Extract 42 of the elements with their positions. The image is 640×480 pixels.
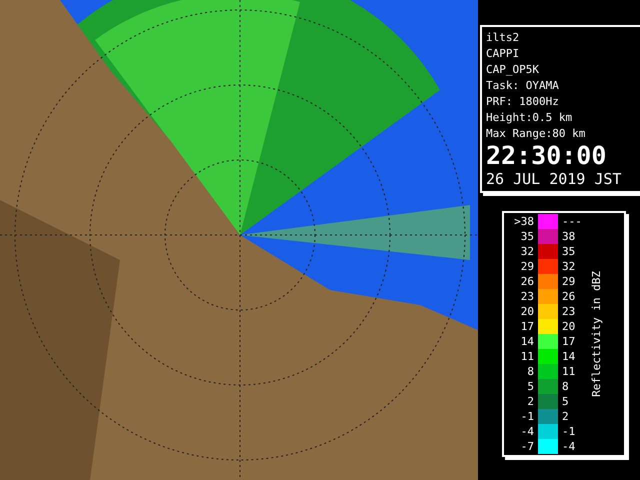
legend-low-value: -7: [520, 440, 534, 453]
legend-high-value: ---: [562, 215, 583, 228]
legend-high-value: -4: [562, 440, 576, 453]
legend-high-value: 14: [562, 350, 576, 363]
legend-low-value: 32: [520, 245, 534, 258]
legend-low-value: 11: [520, 350, 534, 363]
legend-low-value: 29: [520, 260, 534, 273]
info-text: CAPPI: [486, 46, 520, 62]
legend-high-value: 8: [562, 380, 570, 393]
legend-low-value: 17: [520, 320, 534, 333]
legend-high-value: 2: [562, 410, 570, 423]
legend-low-value: -4: [520, 425, 534, 438]
legend-high-value: 35: [562, 245, 576, 258]
legend-high-value: 29: [562, 275, 576, 288]
legend-high-value: 20: [562, 320, 576, 333]
legend-low-value: 20: [520, 305, 534, 318]
legend-low-value: 23: [520, 290, 534, 303]
legend-high-value: 5: [562, 395, 570, 408]
legend-high-value: 32: [562, 260, 576, 273]
legend-low-value: >38: [513, 215, 534, 228]
legend-high-value: 17: [562, 335, 576, 348]
date-text: 26 JUL 2019 JST: [486, 170, 622, 188]
info-text: Task: OYAMA: [486, 78, 560, 94]
legend-high-value: 11: [562, 365, 576, 378]
legend-low-value: 8: [526, 365, 534, 378]
info-text: Height:0.5 km: [486, 110, 574, 126]
info-text: CAP_OP5K: [486, 62, 540, 78]
legend-low-value: -1: [520, 410, 534, 423]
legend-high-value: 38: [562, 230, 576, 243]
legend-high-value: -1: [562, 425, 576, 438]
legend-high-value: 26: [562, 290, 576, 303]
legend-title: Reflectivity in dBZ: [590, 271, 603, 397]
info-text: Max Range:80 km: [486, 126, 586, 142]
time-text: 22:30:00: [486, 142, 608, 170]
legend-low-value: 26: [520, 275, 534, 288]
legend-low-value: 35: [520, 230, 534, 243]
legend-low-value: 2: [526, 395, 534, 408]
info-text: ilts2: [486, 30, 520, 46]
info-text: PRF: 1800Hz: [486, 94, 560, 110]
legend-low-value: 14: [520, 335, 534, 348]
legend-high-value: 23: [562, 305, 576, 318]
legend-low-value: 5: [526, 380, 534, 393]
